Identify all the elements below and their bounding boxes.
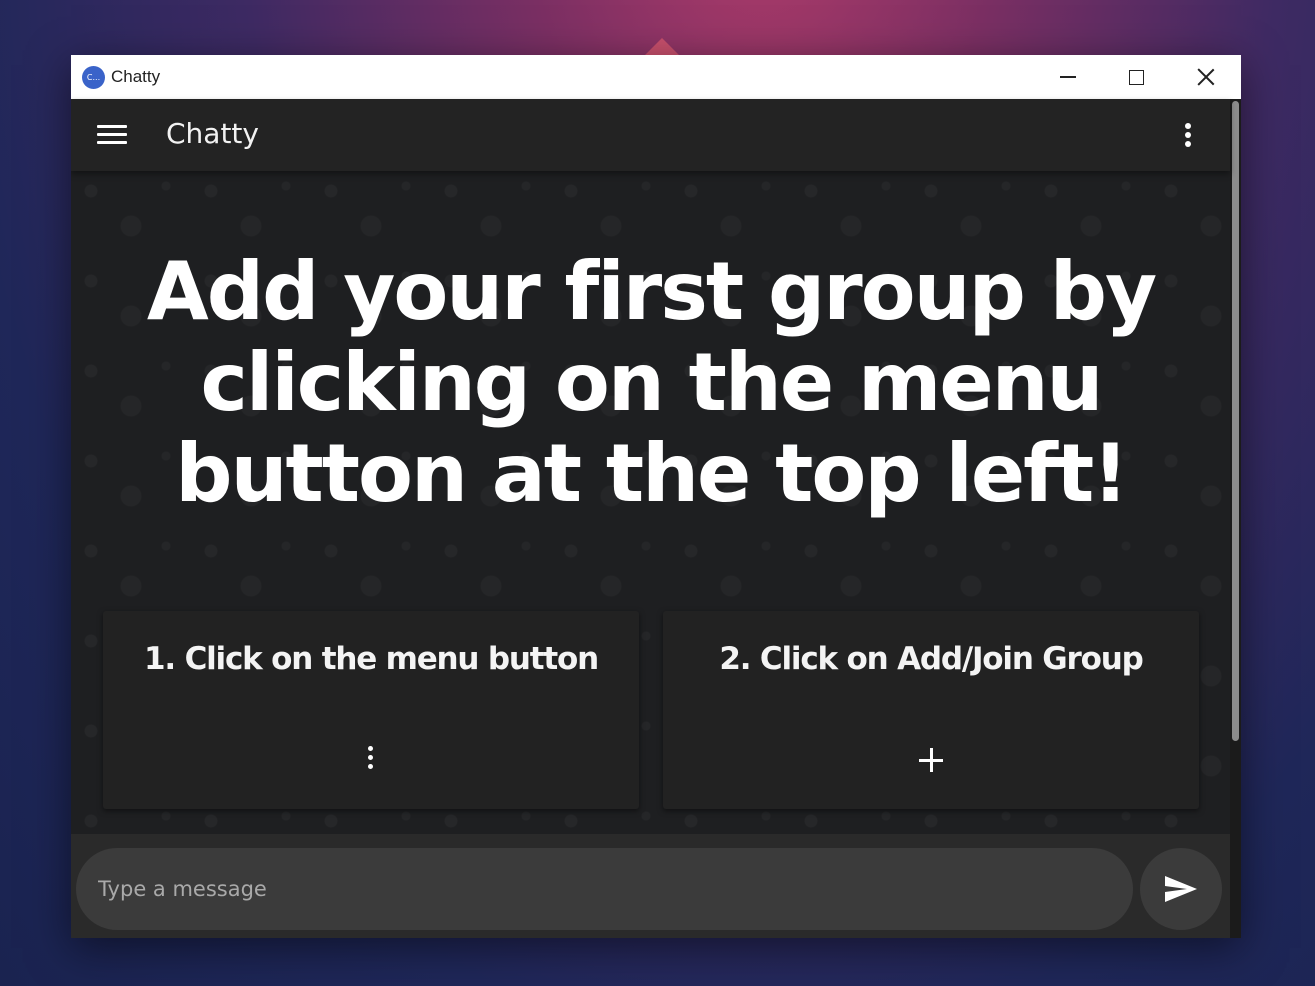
instruction-card-label: 2. Click on Add/Join Group bbox=[719, 641, 1143, 677]
instruction-card-add-group: 2. Click on Add/Join Group bbox=[663, 611, 1199, 809]
window-titlebar: C... Chatty bbox=[71, 55, 1241, 99]
app-toolbar: Chatty bbox=[71, 99, 1230, 171]
empty-state-headline: Add your first group by clicking on the … bbox=[146, 245, 1157, 520]
menu-icon[interactable] bbox=[97, 124, 127, 146]
close-icon bbox=[1197, 68, 1215, 86]
send-button[interactable] bbox=[1140, 848, 1222, 930]
scrollbar[interactable] bbox=[1230, 99, 1241, 938]
chat-area: Add your first group by clicking on the … bbox=[71, 171, 1230, 834]
app-logo-icon: C... bbox=[82, 66, 105, 89]
minimize-button[interactable] bbox=[1035, 55, 1101, 99]
message-composer bbox=[71, 834, 1230, 938]
close-button[interactable] bbox=[1173, 55, 1239, 99]
app-title: Chatty bbox=[166, 117, 259, 150]
send-icon bbox=[1165, 876, 1197, 902]
maximize-button[interactable] bbox=[1103, 55, 1169, 99]
plus-icon bbox=[919, 748, 943, 772]
app-window: C... Chatty Chatty Add your first group … bbox=[71, 55, 1241, 938]
message-input[interactable] bbox=[76, 848, 1133, 930]
minimize-icon bbox=[1060, 76, 1076, 78]
scrollbar-thumb[interactable] bbox=[1232, 101, 1239, 741]
more-vert-icon bbox=[368, 746, 374, 774]
maximize-icon bbox=[1128, 69, 1144, 85]
more-options-icon[interactable] bbox=[1175, 121, 1201, 149]
instruction-card-label: 1. Click on the menu button bbox=[144, 641, 599, 677]
instruction-card-menu: 1. Click on the menu button bbox=[103, 611, 639, 809]
window-title: Chatty bbox=[111, 67, 161, 86]
